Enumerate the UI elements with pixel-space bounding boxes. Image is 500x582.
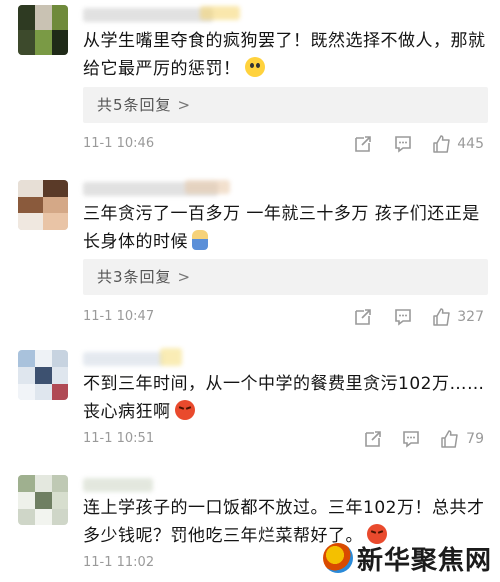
thumbs-up-icon[interactable] bbox=[432, 134, 452, 154]
view-replies-button[interactable]: 共3条回复 > bbox=[83, 259, 488, 295]
username-blurred bbox=[83, 478, 153, 492]
comment-time: 11-1 10:47 bbox=[83, 309, 155, 324]
badge-blurred bbox=[160, 348, 182, 366]
comment-time: 11-1 10:46 bbox=[83, 136, 155, 151]
avatar[interactable] bbox=[18, 350, 68, 400]
comment-text: 三年贪污了一百多万 一年就三十多万 孩子们还正是长身体的时候 bbox=[83, 204, 480, 252]
fearful-face-icon bbox=[244, 57, 265, 77]
watermark: 新华聚焦网 bbox=[322, 540, 492, 576]
comment-time: 11-1 10:51 bbox=[83, 431, 155, 446]
like-count: 327 bbox=[457, 309, 484, 325]
comment-text: 从学生嘴里夺食的疯狗罢了！既然选择不做人，那就给它最严厉的惩罚！ bbox=[83, 31, 486, 79]
comment-icon[interactable] bbox=[393, 307, 413, 327]
thumbs-up-icon[interactable] bbox=[432, 307, 452, 327]
avatar[interactable] bbox=[18, 475, 68, 525]
thumbs-up-icon[interactable] bbox=[440, 429, 460, 449]
avatar[interactable] bbox=[18, 180, 68, 230]
share-icon[interactable] bbox=[363, 429, 383, 449]
share-icon[interactable] bbox=[353, 307, 373, 327]
comment-meta: 11-1 10:51 79 bbox=[83, 429, 488, 449]
comment-icon[interactable] bbox=[401, 429, 421, 449]
comment-meta: 11-1 10:47 327 bbox=[83, 307, 488, 327]
badge-blurred bbox=[185, 180, 230, 194]
chevron-right-icon: > bbox=[177, 96, 192, 114]
username-blurred bbox=[83, 352, 163, 366]
badge-blurred bbox=[200, 6, 240, 20]
angry-face-icon bbox=[174, 400, 195, 420]
watermark-text: 新华聚焦网 bbox=[356, 545, 492, 576]
username-blurred bbox=[83, 8, 213, 22]
view-replies-button[interactable]: 共5条回复 > bbox=[83, 87, 488, 123]
like-count: 445 bbox=[457, 136, 484, 152]
doll-icon bbox=[192, 230, 208, 250]
comment-icon[interactable] bbox=[393, 134, 413, 154]
xinhua-logo-icon bbox=[322, 543, 353, 573]
share-icon[interactable] bbox=[353, 134, 373, 154]
comment-meta: 11-1 10:46 445 bbox=[83, 134, 488, 154]
avatar[interactable] bbox=[18, 5, 68, 55]
chevron-right-icon: > bbox=[177, 268, 192, 286]
like-count: 79 bbox=[466, 431, 484, 447]
comment-text: 不到三年时间，从一个中学的餐费里贪污102万……丧心病狂啊 bbox=[83, 374, 485, 422]
comment-time: 11-1 11:02 bbox=[83, 555, 155, 570]
